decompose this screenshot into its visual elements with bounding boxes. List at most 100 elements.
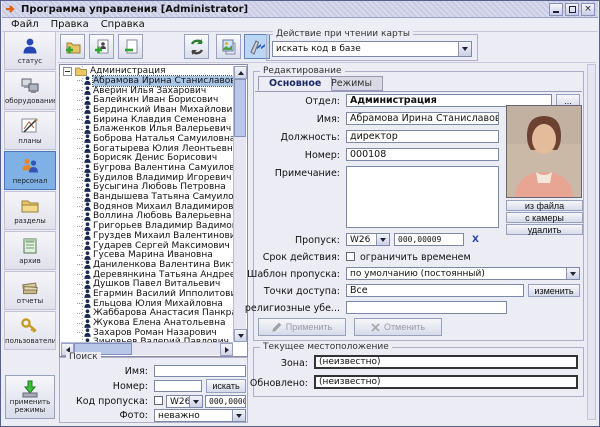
tree-person-item[interactable]: Гусева Марина Ивановна — [61, 250, 233, 260]
card-action-select[interactable]: искать код в базе — [272, 41, 472, 57]
add-person-button[interactable] — [89, 34, 114, 59]
tree-collapse-handle[interactable] — [63, 67, 72, 76]
person-icon — [84, 212, 91, 221]
sidebar-item-archive[interactable]: архив — [4, 231, 56, 270]
title-bar[interactable]: Программа управления [Administrator] × — [2, 1, 598, 18]
dropdown-arrow-icon[interactable] — [232, 410, 245, 421]
tree-person-name: Блаженков Илья Валерьевич — [93, 124, 231, 134]
access-change-button[interactable]: изменить — [528, 284, 580, 297]
search-name-input[interactable] — [154, 365, 246, 377]
tree-person-item[interactable]: Богатырева Юлия Леонтьевна — [61, 144, 233, 154]
tree-person-name: Ельцова Юлия Михайловна — [93, 299, 223, 309]
search-passcode-checkbox[interactable] — [154, 396, 163, 405]
photo-from-camera-button[interactable]: с камеры — [506, 212, 583, 223]
cancel-button[interactable]: Отменить — [354, 318, 442, 336]
tree-person-item[interactable]: Гударев Сергей Максимович — [61, 241, 233, 251]
tree-person-name: Деревянкина Татьяна Андреевна — [93, 270, 233, 280]
sidebar-item-personnel[interactable]: персонал — [4, 151, 56, 190]
position-field[interactable]: директор — [346, 130, 499, 143]
tree-person-item[interactable]: Балейкин Иван Борисович — [61, 95, 233, 105]
access-points-field[interactable]: Все — [346, 284, 524, 297]
tree-connector — [77, 216, 82, 217]
tree-person-item[interactable]: Деревянкина Татьяна Андреевна — [61, 270, 233, 280]
cancel-x-icon — [371, 323, 380, 332]
tree-person-item[interactable]: Абрамова Ирина Станиславовна — [61, 76, 233, 86]
personnel-tree[interactable]: Администрация Абрамова Ирина Станиславов… — [61, 66, 233, 342]
photo-from-file-button[interactable]: из файла — [506, 200, 583, 211]
apply-modes-button[interactable]: применить режимы — [5, 375, 55, 419]
pass-code-input[interactable]: 000,00009 — [394, 233, 464, 246]
photo-delete-button[interactable]: удалить — [506, 224, 583, 235]
scroll-down-button[interactable] — [234, 329, 247, 342]
tree-person-item[interactable]: Боброва Наталья Самуиловна — [61, 134, 233, 144]
tree-person-item[interactable]: Бердинский Иван Михайлович — [61, 105, 233, 115]
tree-person-item[interactable]: Водянов Михаил Владимирович — [61, 202, 233, 212]
person-icon — [84, 251, 91, 260]
tree-person-item[interactable]: Бугрова Валентина Самуиловна — [61, 163, 233, 173]
tree-person-item[interactable]: Егармин Василий Ипполитович — [61, 289, 233, 299]
menu-file[interactable]: Файл — [6, 19, 44, 30]
validity-checkbox[interactable] — [346, 252, 355, 261]
pass-template-select[interactable]: по умолчанию (постоянный) — [346, 267, 580, 280]
tree-person-item[interactable]: Жукова Елена Анатольевна — [61, 318, 233, 328]
refresh-button[interactable] — [184, 34, 209, 59]
image-export-button[interactable] — [216, 34, 241, 59]
dropdown-arrow-icon[interactable] — [189, 396, 202, 407]
dropdown-arrow-icon[interactable] — [376, 234, 389, 245]
name-field[interactable]: Абрамова Ирина Станиславовна — [346, 112, 499, 125]
tree-vertical-scrollbar[interactable] — [233, 66, 246, 342]
tree-person-item[interactable]: Душков Павел Витальевич — [61, 279, 233, 289]
sidebar-item-status[interactable]: статус — [4, 31, 56, 70]
search-pass-format-value: W26 — [170, 397, 189, 407]
validity-checkbox-label[interactable]: ограничить временем — [360, 252, 471, 263]
editor-scrollbar-track[interactable] — [587, 64, 596, 420]
maximize-button[interactable] — [565, 3, 579, 16]
search-photo-select[interactable]: неважно — [154, 409, 246, 422]
pass-format-value: W26 — [350, 235, 376, 245]
pass-format-select[interactable]: W26 — [346, 233, 390, 246]
person-icon — [84, 76, 91, 85]
remove-button[interactable] — [118, 34, 143, 59]
close-button[interactable]: × — [581, 3, 595, 16]
tab-main[interactable]: Основное — [258, 76, 332, 91]
tree-root-row[interactable]: Администрация — [61, 66, 233, 76]
minimize-button[interactable] — [549, 3, 563, 16]
sidebar-item-plans[interactable]: планы — [4, 111, 56, 150]
vertical-scroll-thumb[interactable] — [234, 79, 246, 137]
scroll-right-button[interactable] — [220, 343, 233, 356]
apply-button[interactable]: Применить — [258, 318, 346, 336]
tree-person-item[interactable]: Борисяк Денис Борисович — [61, 154, 233, 164]
tree-person-item[interactable]: Захаров Роман Назарович — [61, 328, 233, 338]
tree-person-item[interactable]: Аверин Илья Захарович — [61, 86, 233, 96]
tree-person-item[interactable]: Даниленкова Валентина Викторовна — [61, 260, 233, 270]
note-textarea[interactable] — [346, 166, 499, 228]
sidebar-item-sections[interactable]: разделы — [4, 191, 56, 230]
sidebar-item-reports[interactable]: отчеты — [4, 271, 56, 310]
tree-person-item[interactable]: Григорьев Владимир Вадимович — [61, 221, 233, 231]
menu-edit[interactable]: Правка — [46, 19, 94, 30]
pass-clear-link[interactable]: X — [472, 235, 479, 245]
add-department-button[interactable] — [60, 34, 85, 59]
tree-person-item[interactable]: Будилов Владимир Игоревич — [61, 173, 233, 183]
dropdown-arrow-icon[interactable] — [566, 268, 579, 279]
menu-help[interactable]: Справка — [96, 19, 150, 30]
dropdown-arrow-icon[interactable] — [458, 42, 471, 56]
search-number-input[interactable] — [154, 380, 202, 392]
tree-person-item[interactable]: Бирина Клавдия Семеновна — [61, 115, 233, 125]
tree-person-item[interactable]: Ельцова Юлия Михайловна — [61, 299, 233, 309]
search-find-button[interactable]: искать — [206, 379, 246, 393]
tree-person-item[interactable]: Вандышева Татьяна Самуиловна — [61, 192, 233, 202]
religion-input[interactable] — [346, 301, 507, 314]
tree-person-name: Егармин Василий Ипполитович — [93, 289, 233, 299]
tree-person-item[interactable]: Груздев Михаил Валентинович — [61, 231, 233, 241]
number-field[interactable]: 000108 — [346, 148, 499, 161]
tree-person-item[interactable]: Воллина Любовь Валерьевна — [61, 212, 233, 222]
search-pass-code-input[interactable]: 000,00000 — [205, 395, 246, 408]
tree-person-item[interactable]: Блаженков Илья Валерьевич — [61, 124, 233, 134]
sidebar-item-equipment[interactable]: оборудование — [4, 71, 56, 110]
sidebar-item-users[interactable]: пользователи — [4, 311, 56, 350]
tree-person-item[interactable]: Жаббарова Анастасия Панкратьевна — [61, 309, 233, 319]
search-pass-format-select[interactable]: W26 — [166, 395, 203, 408]
scroll-up-button[interactable] — [234, 66, 247, 79]
tree-person-item[interactable]: Бусыгина Любовь Петровна — [61, 183, 233, 193]
